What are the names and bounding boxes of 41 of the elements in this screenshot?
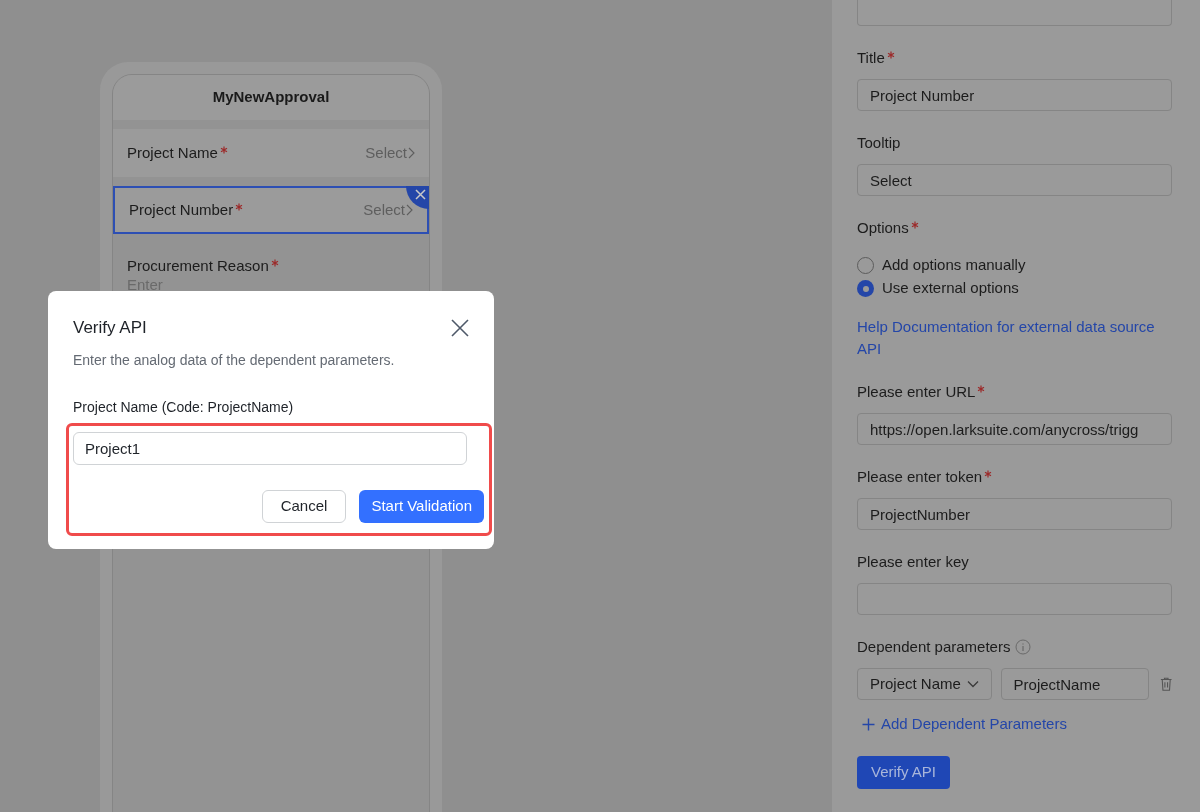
parameter-select[interactable]: Project Name xyxy=(857,668,992,700)
close-icon[interactable] xyxy=(451,319,469,337)
plus-icon xyxy=(862,717,875,731)
start-validation-button[interactable]: Start Validation xyxy=(359,490,484,523)
verify-api-button[interactable]: Verify API xyxy=(857,755,950,789)
info-icon xyxy=(1015,639,1032,655)
radio-label: Use external options xyxy=(882,278,1019,299)
chevron-right-icon xyxy=(408,147,415,159)
text-field[interactable]: https://open.larksuite.com/anycross/trigg xyxy=(857,413,1172,445)
field-label: Please enter URL xyxy=(857,381,976,402)
field-label: Please enter key xyxy=(857,551,969,572)
field-label: Project Name (Code: ProjectName) xyxy=(73,398,295,417)
field-label: Project Name xyxy=(127,142,218,163)
field-label: Title xyxy=(857,47,885,68)
help-link[interactable]: Help Documentation for external data source API xyxy=(857,316,1172,360)
field-label: Dependent parameters xyxy=(857,636,1011,657)
chevron-right-icon xyxy=(406,204,413,216)
select-text: Select xyxy=(365,142,407,163)
close-icon xyxy=(415,189,426,200)
radio-button[interactable] xyxy=(857,280,874,297)
field-label: Procurement Reason xyxy=(127,256,269,276)
code-field[interactable]: ProjectName xyxy=(1000,668,1149,700)
form-row[interactable]: Project Name Select xyxy=(113,129,429,177)
field-label: Tooltip xyxy=(857,132,901,153)
field-label: Options xyxy=(857,217,909,238)
value-field[interactable]: Project1 xyxy=(73,432,467,465)
remove-badge[interactable] xyxy=(406,186,429,209)
dialog-description: Enter the analog data of the dependent parameters. xyxy=(73,351,396,370)
text-field[interactable]: Project Number xyxy=(857,79,1172,111)
radio-label: Add options manually xyxy=(882,255,1026,276)
select-text: Select xyxy=(363,199,405,220)
form-title: MyNewApproval xyxy=(212,87,330,108)
text-field[interactable]: ProjectNumber xyxy=(857,498,1172,530)
field-label: Please enter token xyxy=(857,466,983,487)
chevron-down-icon xyxy=(966,680,979,688)
text-field[interactable]: Select xyxy=(857,164,1172,196)
field-label: Project Number xyxy=(129,199,234,220)
form-row[interactable]: Project Number Select xyxy=(113,186,429,234)
cancel-button[interactable]: Cancel xyxy=(261,490,347,523)
dialog-title: Verify API xyxy=(73,317,147,340)
trash-icon[interactable] xyxy=(1159,676,1172,692)
